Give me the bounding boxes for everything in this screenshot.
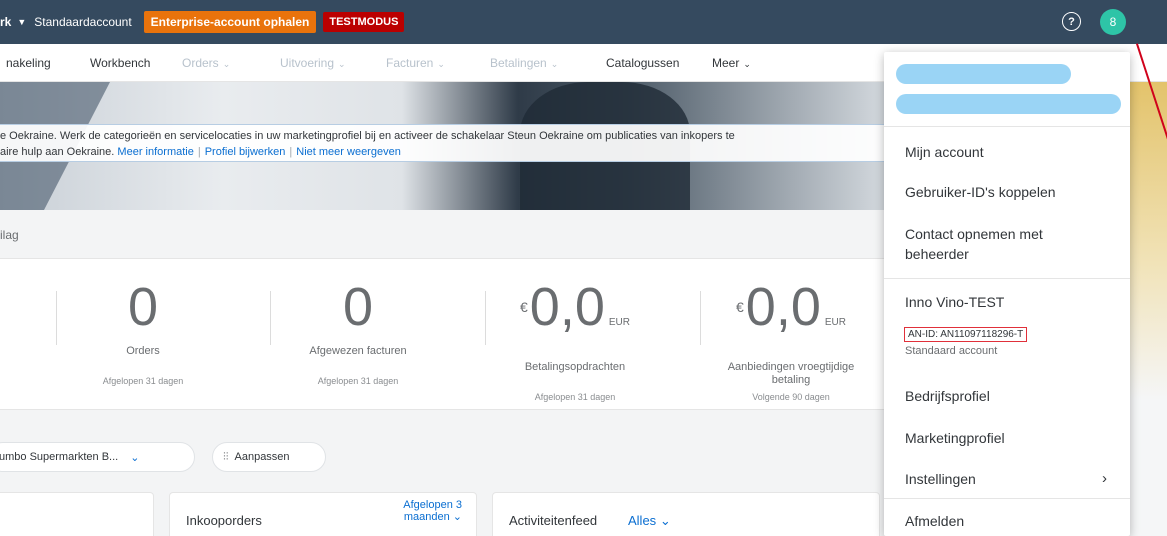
promo-banner: e Oekraine. Werk de categorieën en servi…	[0, 82, 893, 210]
nav-item-invoices[interactable]: Facturen ⌄	[386, 56, 445, 70]
help-icon[interactable]: ?	[1062, 12, 1081, 31]
activity-filter-dropdown[interactable]: Alles ⌄	[628, 513, 671, 529]
kpi-value: €0,0 EUR	[736, 277, 846, 337]
kpi-payment-orders[interactable]: €0,0 EUR Betalingsopdrachten Afgelopen 31…	[470, 277, 680, 402]
nav-item-fulfillment[interactable]: Uitvoering ⌄	[280, 56, 346, 70]
chevron-down-icon: ⌄	[452, 511, 462, 523]
kpi-period: Volgende 90 dagen	[752, 392, 830, 402]
banner-message: e Oekraine. Werk de categorieën en servi…	[0, 124, 893, 162]
kpi-panel: 0 Orders Afgelopen 31 dagen 0 Afgewezen …	[0, 258, 893, 410]
currency-unit: EUR	[824, 317, 846, 328]
link-user-ids-item[interactable]: Gebruiker-ID's koppelen	[905, 182, 1056, 202]
card-title: Inkooporders	[186, 513, 262, 528]
currency-unit: EUR	[608, 317, 630, 328]
kpi-value: 0	[127, 277, 159, 337]
kpi-rejected-invoices[interactable]: 0 Afgewezen facturen Afgelopen 31 dagen	[253, 277, 463, 386]
an-id-label: AN-ID: AN11097118296-T	[904, 327, 1028, 342]
test-mode-badge: TESTMODUS	[323, 12, 405, 32]
chevron-down-icon[interactable]: ▼	[17, 17, 26, 27]
nav-item-workbench[interactable]: Workbench	[90, 56, 150, 70]
nav-item-payments[interactable]: Betalingen ⌄	[490, 56, 558, 70]
customer-filter[interactable]: umbo Supermarkten B... ⌄	[0, 442, 195, 472]
account-type-label: Standaard account	[905, 345, 998, 357]
card-title: Activiteitenfeed	[509, 513, 598, 528]
redacted-email	[896, 94, 1121, 114]
account-switcher[interactable]: Standaardaccount	[34, 15, 131, 29]
chevron-down-icon: ⌄	[338, 59, 346, 69]
kpi-label: Orders	[126, 345, 160, 357]
activity-feed-card: Activiteitenfeed Alles ⌄	[492, 492, 880, 536]
shell-brand: rk	[0, 15, 12, 29]
currency-symbol: €	[520, 299, 528, 315]
kpi-label: Aanbiedingen vroegtijdige betaling	[727, 361, 855, 386]
divider	[884, 498, 1130, 499]
kpi-period: Afgelopen 31 dagen	[102, 376, 184, 386]
banner-text-line1: e Oekraine. Werk de categorieën en servi…	[0, 130, 735, 142]
nav-item-more[interactable]: Meer ⌄	[712, 56, 751, 70]
enterprise-account-button[interactable]: Enterprise-account ophalen	[143, 11, 317, 33]
section-title: ilag	[0, 228, 19, 242]
marketing-profile-item[interactable]: Marketingprofiel	[905, 428, 1005, 448]
chevron-down-icon: ⌄	[222, 59, 231, 69]
more-info-link[interactable]: Meer informatie	[117, 146, 193, 158]
settings-item[interactable]: Instellingen	[905, 469, 976, 489]
user-menu-dropdown: Mijn account Gebruiker-ID's koppelen Con…	[884, 52, 1130, 536]
kpi-period: Afgelopen 31 dagen	[534, 392, 616, 402]
purchase-orders-card: Inkooporders Afgelopen 3 maanden ⌄	[169, 492, 477, 536]
kpi-orders[interactable]: 0 Orders Afgelopen 31 dagen	[38, 277, 248, 386]
nav-item-home[interactable]: nakeling	[6, 56, 51, 70]
nav-item-orders[interactable]: Orders ⌄	[182, 56, 230, 70]
divider	[56, 291, 57, 345]
chevron-down-icon: ⌄	[659, 513, 671, 528]
period-selector[interactable]: Afgelopen 3 maanden ⌄	[403, 499, 462, 523]
sliders-icon: ⫶⫶	[223, 450, 229, 463]
customize-button[interactable]: ⫶⫶ Aanpassen	[212, 442, 326, 472]
kpi-period: Afgelopen 31 dagen	[317, 376, 399, 386]
background-image	[1128, 82, 1167, 536]
update-profile-link[interactable]: Profiel bijwerken	[205, 146, 286, 158]
kpi-early-payment-offers[interactable]: €0,0 EUR Aanbiedingen vroegtijdige betali…	[686, 277, 896, 402]
company-profile-item[interactable]: Bedrijfsprofiel	[905, 386, 990, 406]
currency-symbol: €	[736, 299, 744, 315]
contact-admin-item[interactable]: Contact opnemen met beheerder	[905, 224, 1043, 264]
dont-show-again-link[interactable]: Niet meer weergeven	[296, 146, 401, 158]
redacted-name	[896, 64, 1071, 84]
divider	[884, 278, 1130, 279]
chevron-right-icon: ›	[1102, 470, 1107, 487]
chevron-down-icon: ⌄	[743, 59, 751, 69]
banner-text-line2: aire hulp aan Oekraine. Meer informatie |…	[0, 146, 401, 158]
nav-item-catalogs[interactable]: Catalogussen	[606, 56, 679, 70]
divider	[884, 126, 1130, 127]
chevron-down-icon: ⌄	[437, 59, 445, 69]
user-avatar-button[interactable]: 8	[1100, 9, 1126, 35]
shell-bar: rk ▼ Standaardaccount Enterprise-account…	[0, 0, 1167, 44]
my-account-item[interactable]: Mijn account	[905, 142, 984, 162]
card-placeholder	[0, 492, 154, 536]
chevron-down-icon: ⌄	[550, 59, 559, 69]
logout-item[interactable]: Afmelden	[905, 511, 964, 531]
kpi-label: Afgewezen facturen	[309, 345, 407, 357]
kpi-value: €0,0 EUR	[520, 277, 630, 337]
chevron-down-icon: ⌄	[130, 451, 140, 464]
kpi-value: 0	[342, 277, 374, 337]
company-name: Inno Vino-TEST	[905, 294, 1005, 310]
kpi-label: Betalingsopdrachten	[524, 361, 626, 373]
